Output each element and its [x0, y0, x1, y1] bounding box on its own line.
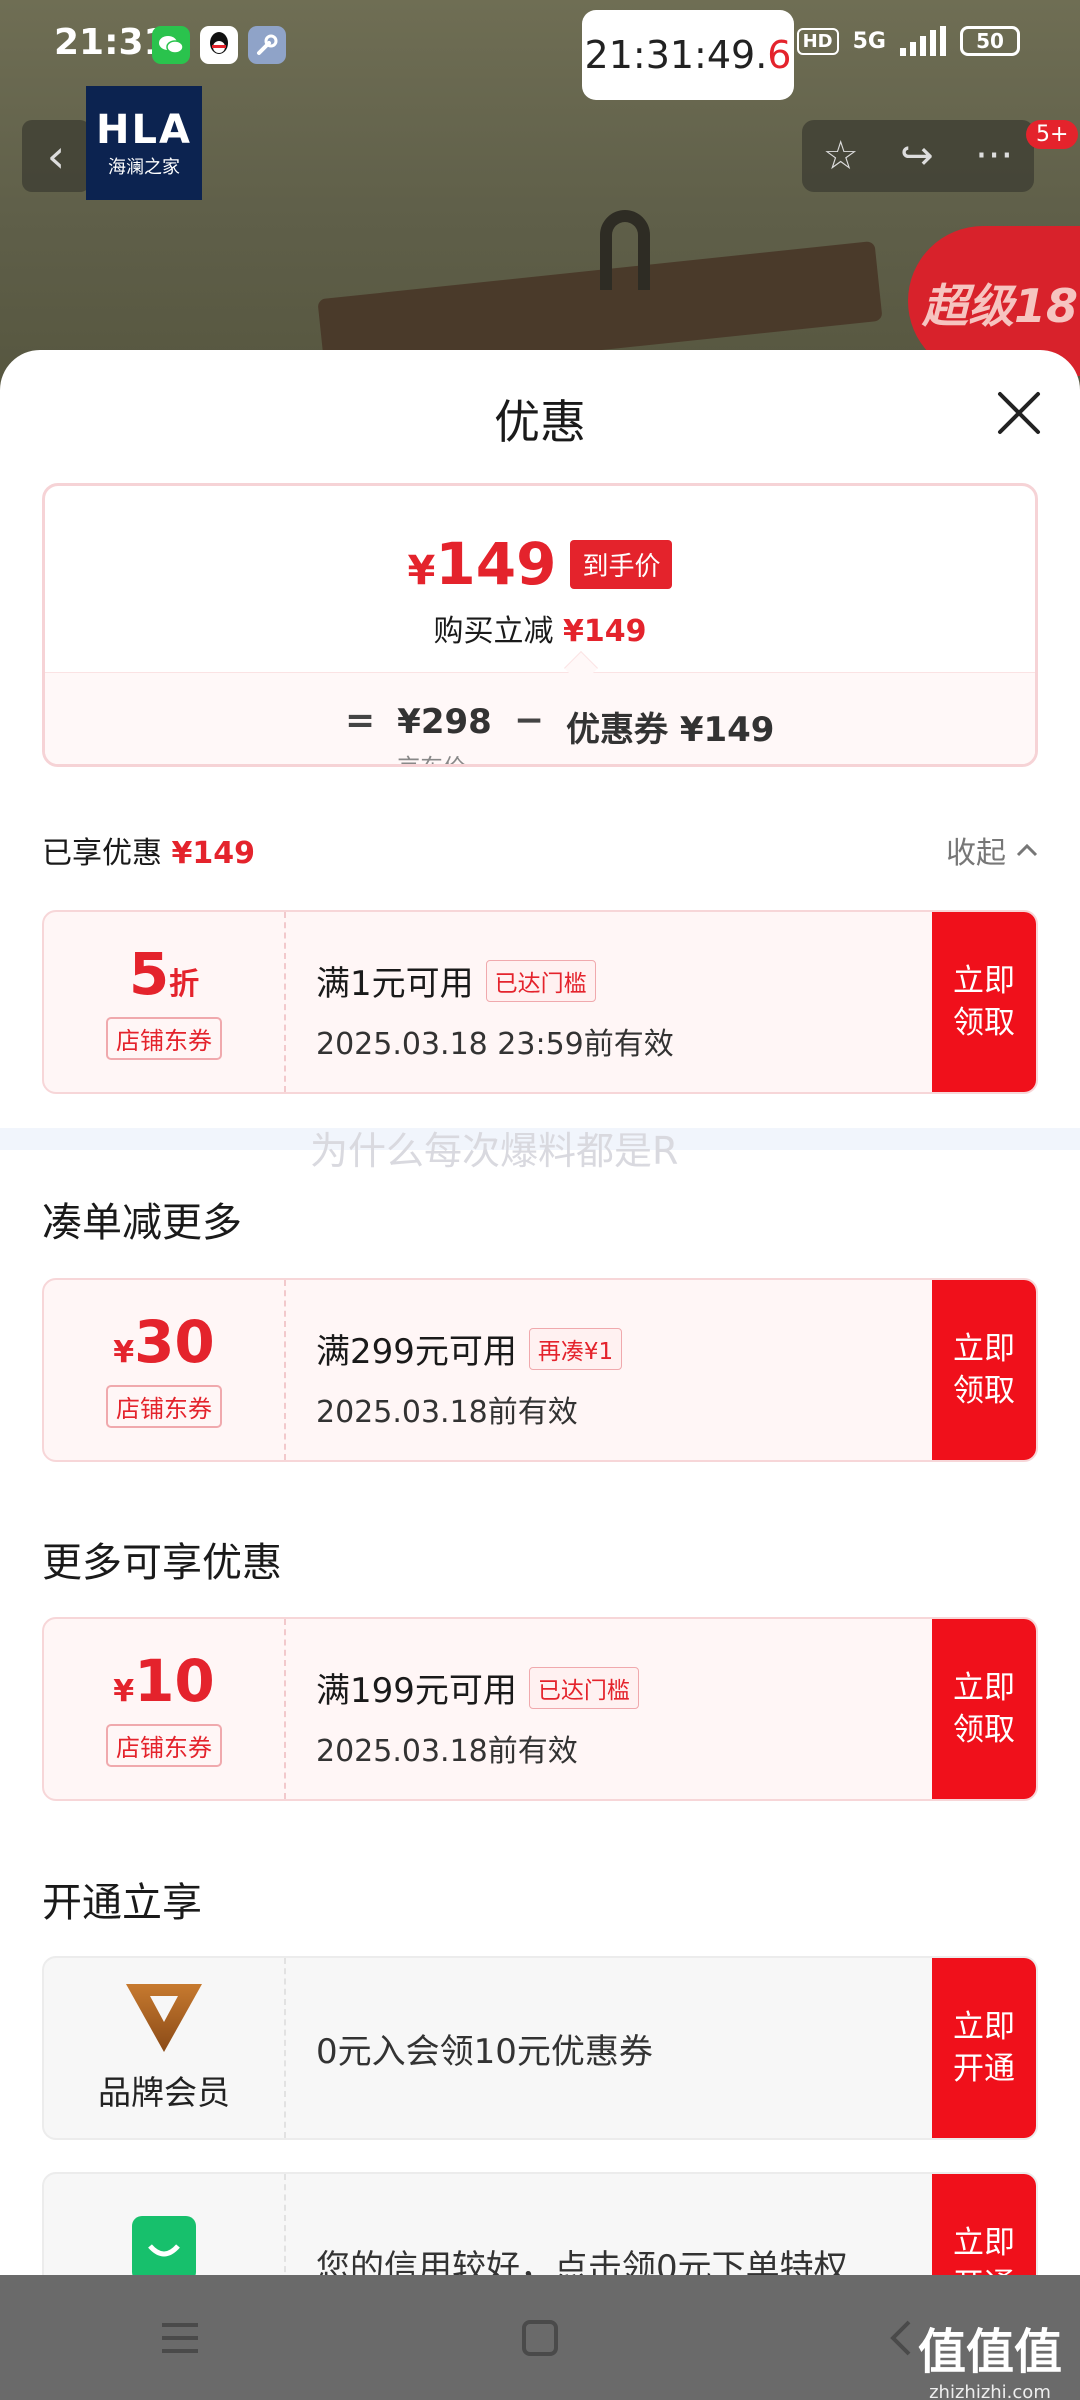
brand-logo-text: HLA — [96, 107, 192, 153]
clock-tenth: 6 — [767, 33, 792, 77]
section-title-more-offers: 更多可享优惠 — [42, 1540, 282, 1586]
coupon-card: 5折 店铺东券 满1元可用 已达门槛 2025.03.18 23:59前有效 立即… — [42, 910, 1038, 1094]
site-watermark-url: zhizhizhi.com — [929, 2382, 1051, 2400]
coupon-unit: ¥ — [113, 1673, 135, 1709]
coupon-condition: 满299元可用 — [316, 1332, 517, 1372]
coupon-type-tag: 店铺东券 — [106, 1723, 222, 1767]
close-button[interactable] — [996, 390, 1042, 436]
final-price-tag: 到手价 — [570, 539, 673, 589]
brand-logo: HLA 海澜之家 — [86, 86, 202, 200]
section-title-open-enjoy: 开通立享 — [42, 1880, 202, 1926]
coupon-card: ¥30 店铺东券 满299元可用 再凑¥1 2025.03.18前有效 立即 领取 — [42, 1278, 1038, 1462]
coupon-desc: 满1享5折减149 — [566, 757, 774, 764]
reduce-label: 购买立减 — [433, 614, 554, 649]
site-watermark-logo: 值值值 — [917, 2324, 1062, 2380]
reduce-value: ¥149 — [563, 614, 647, 649]
coupon-condition: 满199元可用 — [316, 1671, 517, 1711]
membership-brand-block: 品牌会员 — [44, 1958, 286, 2138]
claim-button[interactable]: 立即 领取 — [932, 1619, 1036, 1799]
coupon-item: 优惠券 ¥149 满1享5折减149 — [565, 702, 775, 764]
coupon-validity: 2025.03.18前有效 — [316, 1395, 578, 1430]
coupon-amount: 5 — [128, 939, 170, 1008]
close-icon — [998, 392, 1040, 434]
coupon-type-tag: 店铺东券 — [106, 1016, 222, 1060]
battery-icon: 50 — [960, 26, 1020, 56]
coupon-card: ¥10 店铺东券 满199元可用 已达门槛 2025.03.18前有效 立即 领取 — [42, 1617, 1038, 1801]
enjoyed-value: ¥149 — [171, 836, 256, 871]
wechat-icon — [152, 26, 190, 64]
coupon-amount: 10 — [134, 1646, 215, 1715]
price-summary-card: ¥149 到手价 购买立减 ¥149 = ¥298 京东价 − 优惠券 ¥149… — [42, 483, 1038, 767]
collapse-label: 收起 — [946, 836, 1006, 871]
coupon-value-block: ¥30 店铺东券 — [44, 1280, 286, 1460]
instant-reduction: 购买立减 ¥149 — [45, 606, 1035, 650]
jd-price: ¥298 — [397, 702, 492, 742]
membership-card: 品牌会员 0元入会领10元优惠券 立即 开通 — [42, 1956, 1038, 2140]
back-button[interactable]: ‹ — [22, 120, 90, 192]
equals-sign: = — [345, 700, 376, 741]
more-icon[interactable]: ··· — [975, 133, 1013, 179]
coupon-type-tag: 店铺东券 — [106, 1384, 222, 1428]
offers-sheet: 优惠 ¥149 到手价 购买立减 ¥149 = ¥298 京东价 − 优惠券 ¥… — [0, 350, 1080, 2356]
price-formula: = ¥298 京东价 − 优惠券 ¥149 满1享5折减149 — [345, 700, 775, 764]
section-title-combine: 凑单减更多 — [42, 1200, 242, 1246]
notification-badge: 5+ — [1026, 120, 1079, 149]
watermark-text: 为什么每次爆料都是R — [310, 1129, 679, 1173]
home-icon[interactable] — [510, 2308, 570, 2368]
coupon-condition: 满1元可用 — [316, 964, 474, 1004]
coupon-validity: 2025.03.18 23:59前有效 — [316, 1027, 674, 1062]
collapse-toggle[interactable]: 收起 — [946, 828, 1038, 872]
top-action-bar: ☆ ↪ ··· — [802, 120, 1034, 192]
favorite-star-icon[interactable]: ☆ — [823, 133, 859, 179]
coupon-value-block: 5折 店铺东券 — [44, 912, 286, 1092]
claim-button[interactable]: 立即 领取 — [932, 912, 1036, 1092]
clock-main: 21:31:49. — [584, 33, 768, 77]
menu-icon[interactable] — [150, 2308, 210, 2368]
coupon-validity: 2025.03.18前有效 — [316, 1734, 578, 1769]
site-watermark: 值值值 zhizhizhi.com — [918, 2312, 1062, 2400]
enjoyed-label: 已享优惠 — [42, 836, 162, 871]
currency-symbol: ¥ — [407, 548, 436, 594]
coupon-value-block: ¥10 店铺东券 — [44, 1619, 286, 1799]
sheet-title: 优惠 — [494, 395, 586, 449]
final-price-value: 149 — [435, 530, 557, 598]
status-bar: 21:31 21:31:49. 6 HD 5G 50 — [0, 0, 1080, 100]
coupon-status-badge: 已达门槛 — [485, 959, 596, 1002]
membership-name: 品牌会员 — [98, 2073, 230, 2112]
share-icon[interactable]: ↪ — [900, 133, 934, 179]
chevron-up-icon — [1016, 843, 1038, 857]
battery-level: 50 — [976, 29, 1004, 53]
coupon-value: ¥149 — [679, 710, 775, 750]
coupon-amount: 30 — [134, 1307, 215, 1376]
product-image-sight — [600, 210, 650, 290]
brand-v-logo-icon — [126, 1984, 202, 2052]
coupon-unit: ¥ — [113, 1334, 135, 1370]
coupon-unit: 折 — [169, 966, 200, 1002]
jd-price-label: 京东价 — [397, 748, 492, 764]
qq-icon — [200, 26, 238, 64]
minus-sign: − — [513, 700, 544, 741]
hd-indicator: HD — [796, 27, 839, 55]
claim-button[interactable]: 立即 领取 — [932, 1280, 1036, 1460]
coupon-status-badge: 再凑¥1 — [528, 1327, 623, 1370]
final-price: ¥149 — [408, 530, 557, 598]
coupon-label: 优惠券 — [565, 710, 668, 750]
shopping-bag-icon — [132, 2209, 196, 2282]
status-indicators: HD 5G 50 — [796, 26, 1020, 56]
tools-icon — [248, 26, 286, 64]
membership-desc: 0元入会领10元优惠券 — [316, 2032, 653, 2072]
enjoyed-discount: 已享优惠 ¥149 — [42, 828, 255, 872]
floating-clock: 21:31:49. 6 — [582, 10, 794, 100]
brand-logo-sub: 海澜之家 — [108, 157, 180, 178]
jd-price-item: ¥298 京东价 — [397, 702, 492, 764]
join-membership-button[interactable]: 立即 开通 — [932, 1958, 1036, 2138]
network-indicator: 5G — [852, 28, 886, 54]
signal-icon — [900, 26, 946, 56]
back-icon: ‹ — [46, 129, 66, 183]
coupon-status-badge: 已达门槛 — [528, 1666, 639, 1709]
